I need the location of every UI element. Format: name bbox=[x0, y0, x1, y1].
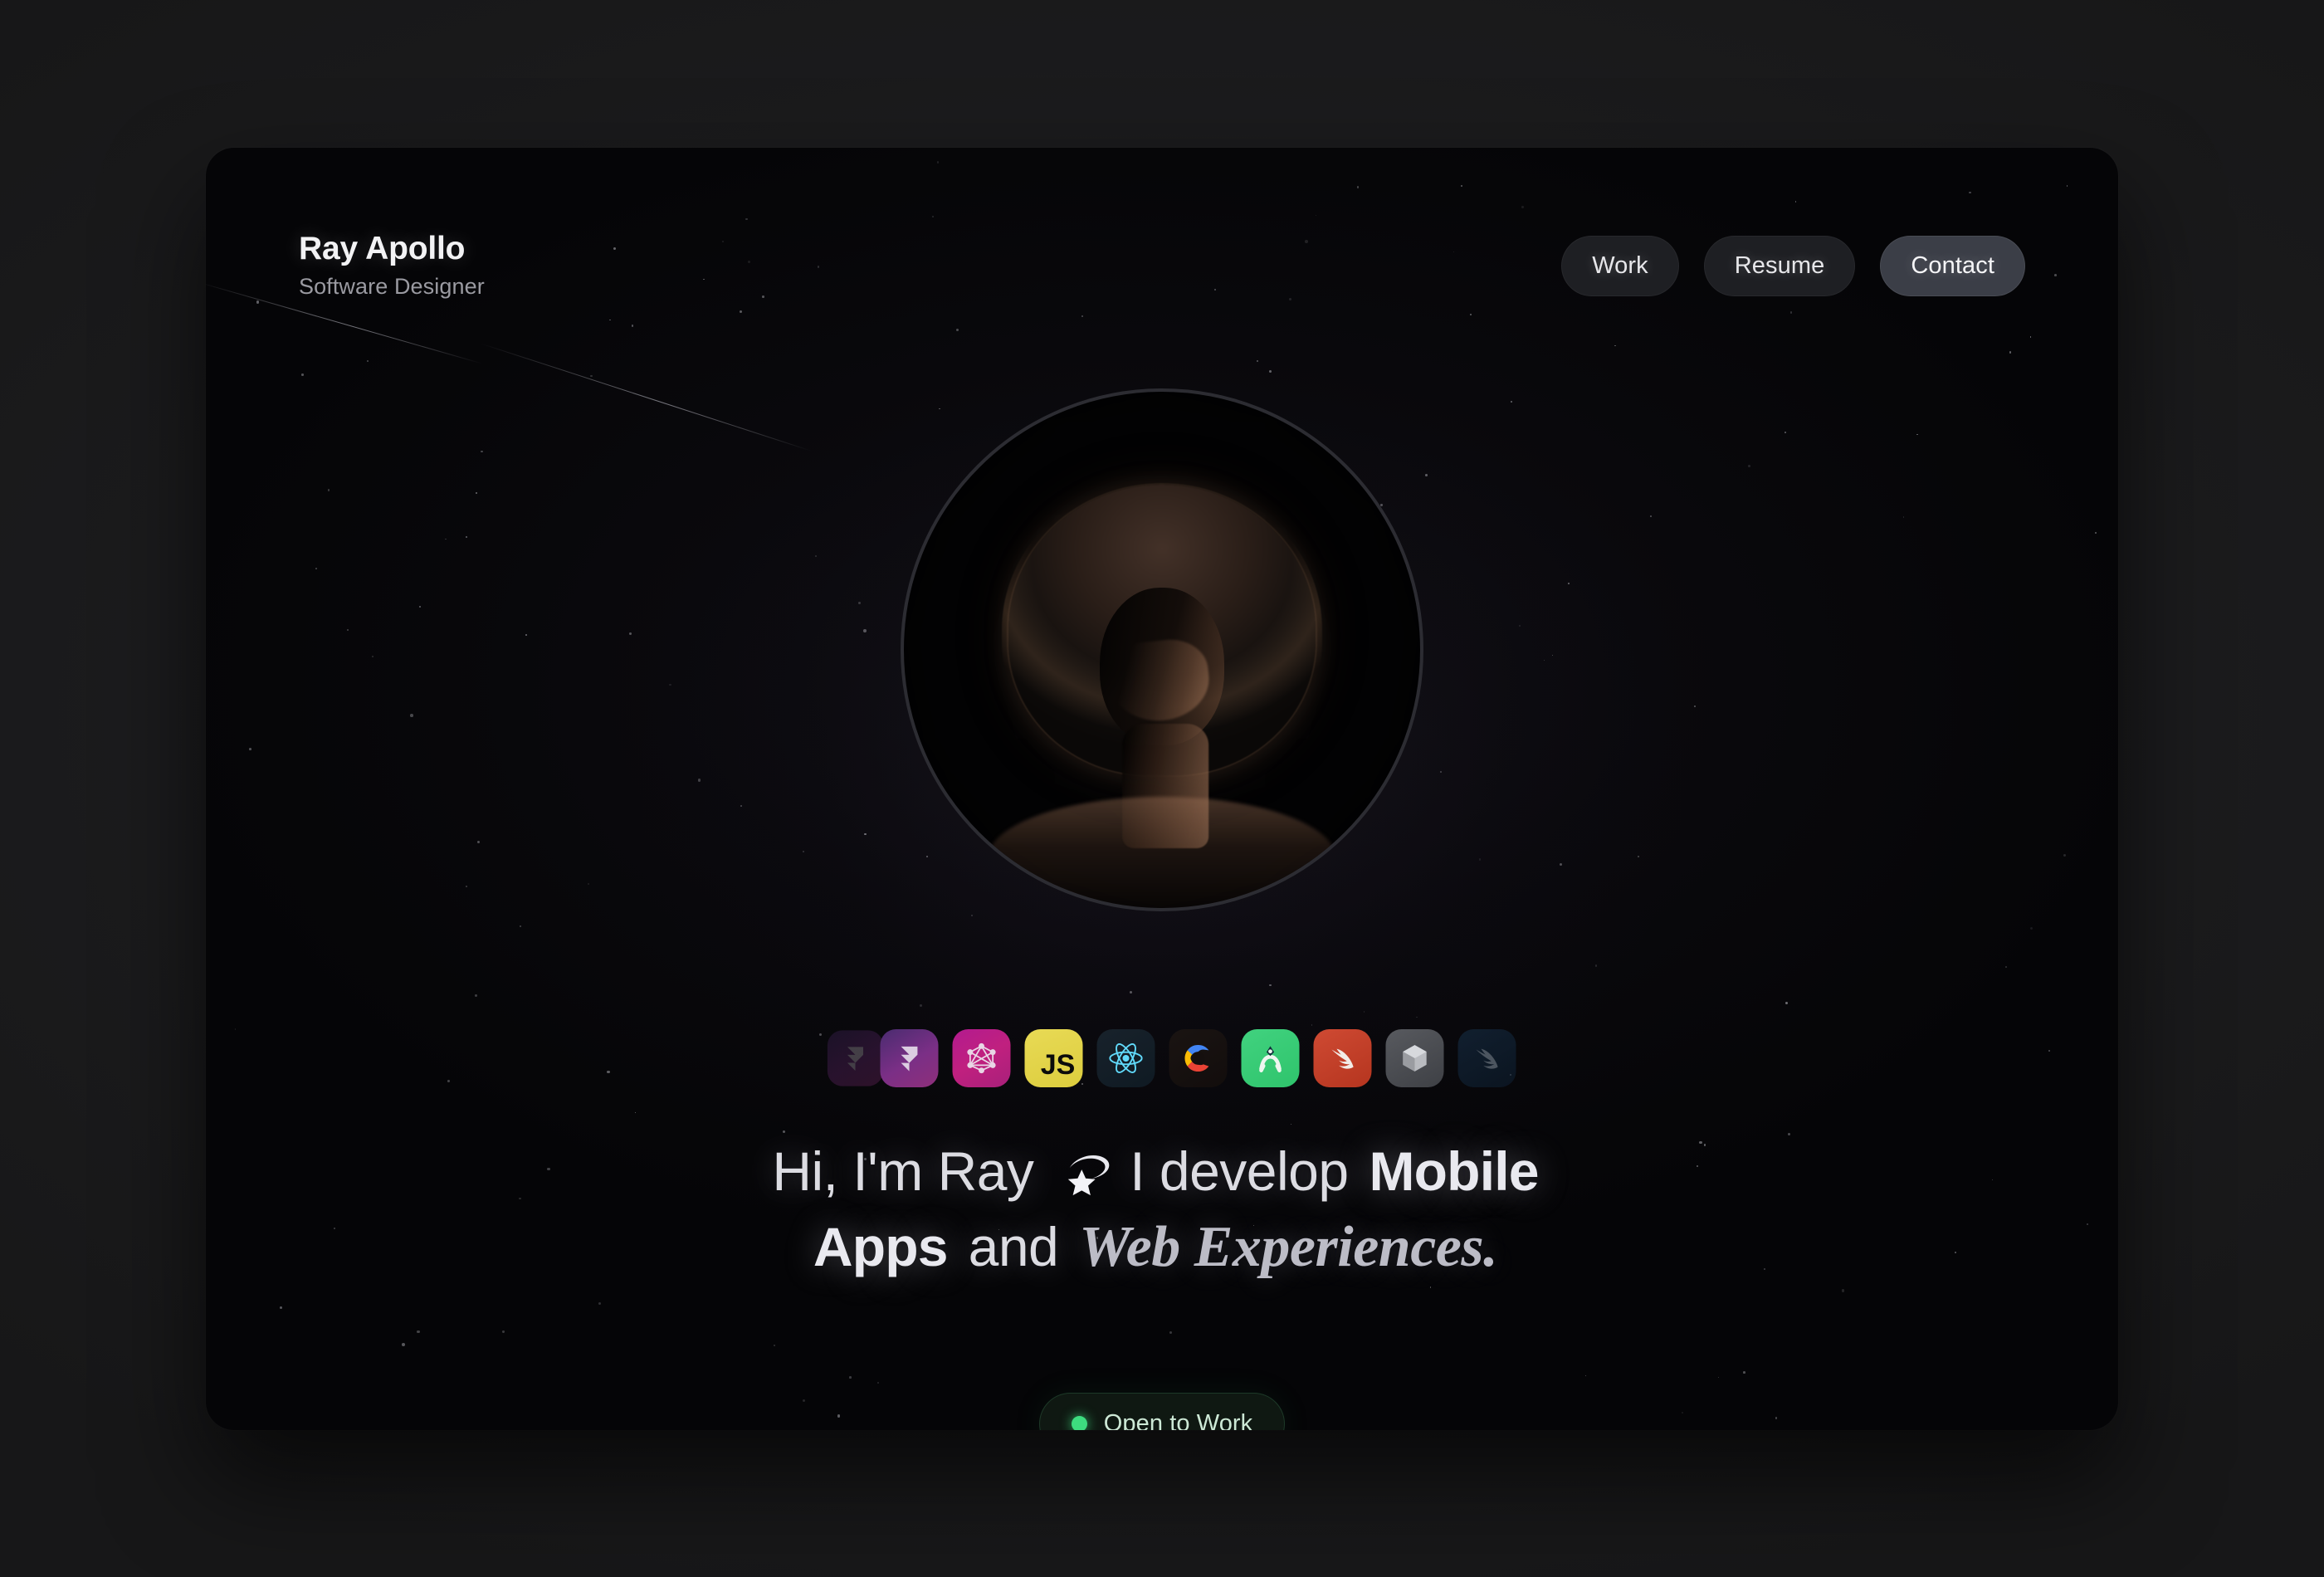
brand-name: Ray Apollo bbox=[299, 231, 466, 266]
headline-verb: I develop bbox=[1130, 1140, 1349, 1202]
framer-icon[interactable] bbox=[880, 1029, 939, 1087]
orbiting-star-icon bbox=[1062, 1147, 1114, 1208]
react-icon[interactable] bbox=[1096, 1029, 1155, 1087]
cube-3d-icon[interactable] bbox=[1385, 1029, 1444, 1087]
tech-stack-dock: JS bbox=[808, 1029, 1516, 1087]
headline-web-experiences: Web Experiences. bbox=[1079, 1214, 1498, 1279]
headline-line-1: Hi, I'm Ray I develop Mobile bbox=[372, 1135, 1952, 1208]
headline-line-2: Apps and Web Experiences. bbox=[372, 1208, 1952, 1286]
swiftui-icon[interactable] bbox=[1457, 1029, 1516, 1087]
nav-item-work[interactable]: Work bbox=[1561, 236, 1679, 296]
nav-item-contact[interactable]: Contact bbox=[1880, 236, 2025, 296]
headline-mobile: Mobile bbox=[1369, 1140, 1539, 1202]
portrait-ring bbox=[901, 388, 1423, 911]
headline-conjunction: and bbox=[968, 1215, 1059, 1277]
svg-text:JS: JS bbox=[1041, 1049, 1076, 1081]
portrait-avatar bbox=[901, 388, 1423, 911]
framer-icon[interactable] bbox=[827, 1030, 884, 1086]
nav-item-resume[interactable]: Resume bbox=[1703, 236, 1856, 296]
headline-apps: Apps bbox=[813, 1215, 949, 1277]
chrome-c-icon[interactable] bbox=[1169, 1029, 1228, 1087]
javascript-icon[interactable]: JS bbox=[1024, 1029, 1083, 1087]
card-header: Ray Apollo Software Designer Work Resume… bbox=[206, 148, 2118, 300]
page-root: Ray Apollo Software Designer Work Resume… bbox=[0, 0, 2324, 1577]
hero-headline: Hi, I'm Ray I develop Mobile Apps and We… bbox=[206, 1135, 2118, 1286]
graphql-icon[interactable] bbox=[952, 1029, 1011, 1087]
brand-block: Ray Apollo Software Designer bbox=[299, 231, 485, 300]
status-area: Open to Work bbox=[206, 1393, 2118, 1430]
android-studio-icon[interactable] bbox=[1241, 1029, 1300, 1087]
status-badge[interactable]: Open to Work bbox=[1038, 1393, 1286, 1430]
brand-role: Software Designer bbox=[299, 274, 485, 299]
main-nav: Work Resume Contact bbox=[1561, 236, 2025, 296]
hero-card: Ray Apollo Software Designer Work Resume… bbox=[206, 148, 2118, 1430]
status-label: Open to Work bbox=[1103, 1410, 1253, 1430]
swift-icon[interactable] bbox=[1313, 1029, 1372, 1087]
status-dot-icon bbox=[1071, 1416, 1087, 1430]
headline-greeting: Hi, I'm Ray bbox=[772, 1140, 1034, 1202]
portrait-shoulders bbox=[988, 797, 1336, 908]
